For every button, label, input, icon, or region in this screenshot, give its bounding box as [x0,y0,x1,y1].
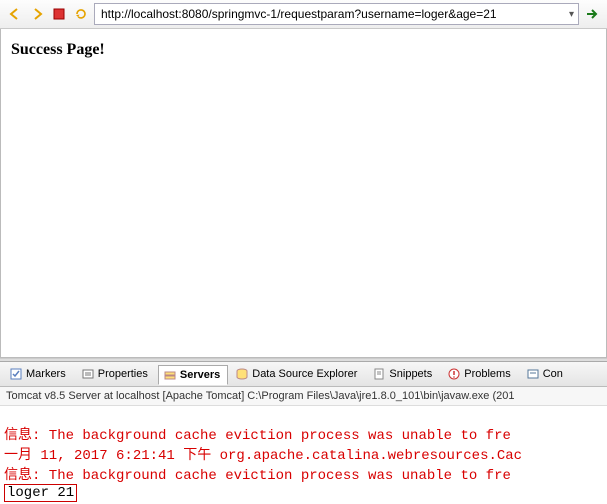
tab-console[interactable]: Con [521,364,571,384]
url-input[interactable] [99,5,569,23]
stop-icon [53,8,65,20]
go-arrow-icon [584,6,600,22]
markers-icon [9,367,23,381]
tab-markers[interactable]: Markers [4,364,74,384]
tab-data-source-explorer[interactable]: Data Source Explorer [230,364,365,384]
refresh-button[interactable] [72,5,90,23]
views-tabstrip: Markers Properties Servers Data Source E… [0,362,607,387]
tab-properties[interactable]: Properties [76,364,156,384]
tab-label: Con [543,368,563,380]
dropdown-icon[interactable]: ▾ [569,9,574,20]
go-button[interactable] [583,5,601,23]
tab-snippets[interactable]: Snippets [367,364,440,384]
console-line: 一月 11, 2017 6:21:41 下午 org.apache.catali… [4,448,522,464]
refresh-icon [73,6,89,22]
browser-content: Success Page! [0,29,607,358]
tab-label: Data Source Explorer [252,368,357,380]
tab-label: Problems [464,368,510,380]
console-line: 信息: The background cache eviction proces… [4,468,511,484]
snippets-icon [372,367,386,381]
console-output[interactable]: 信息: The background cache eviction proces… [0,406,607,504]
properties-icon [81,367,95,381]
servers-icon [163,368,177,382]
tab-label: Snippets [389,368,432,380]
tab-servers[interactable]: Servers [158,365,228,385]
forward-arrow-icon [29,6,45,22]
tab-label: Servers [180,369,220,381]
stop-button[interactable] [50,5,68,23]
browser-toolbar: ▾ [0,0,607,29]
tab-label: Markers [26,368,66,380]
database-icon [235,367,249,381]
url-bar[interactable]: ▾ [94,3,579,25]
console-output-highlight: loger 21 [4,484,77,502]
console-line: 信息: The background cache eviction proces… [4,428,511,444]
page-title: Success Page! [11,41,596,59]
back-button[interactable] [6,5,24,23]
tab-label: Properties [98,368,148,380]
problems-icon [447,367,461,381]
tab-problems[interactable]: Problems [442,364,518,384]
forward-button[interactable] [28,5,46,23]
console-process-label: Tomcat v8.5 Server at localhost [Apache … [0,387,607,406]
console-icon [526,367,540,381]
back-arrow-icon [7,6,23,22]
